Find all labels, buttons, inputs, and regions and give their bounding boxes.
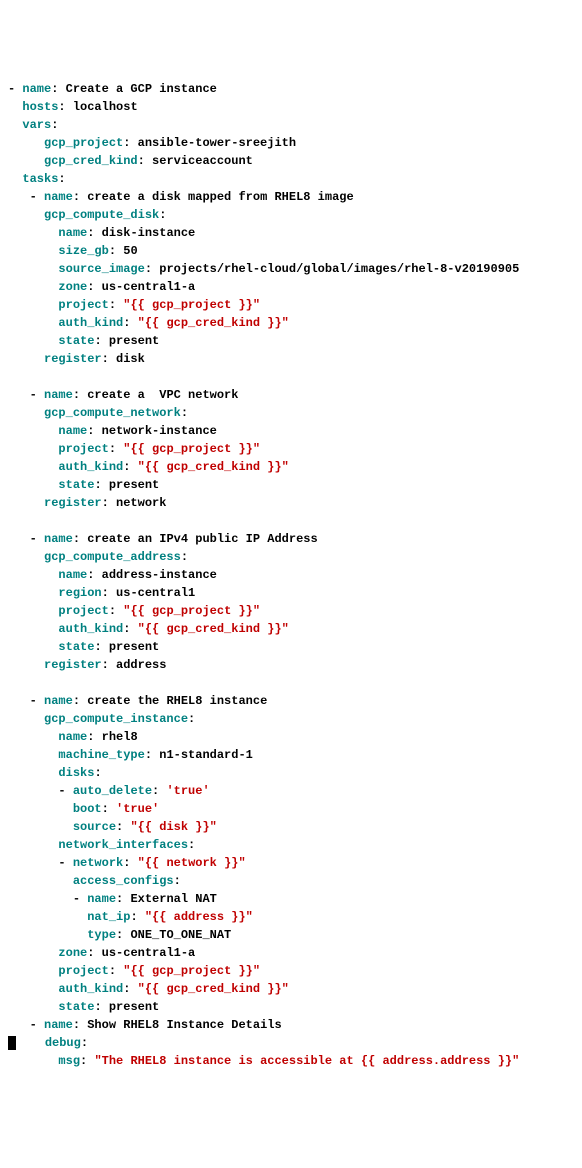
t4-state-val: present xyxy=(109,1000,159,1014)
t2-register-val: network xyxy=(116,496,166,510)
t4-natip-val: "{{ address }}" xyxy=(145,910,253,924)
vars-key: vars xyxy=(22,118,51,132)
t1-zone-key: zone xyxy=(58,280,87,294)
t5-msg-val: "The RHEL8 instance is accessible at {{ … xyxy=(94,1054,519,1068)
t4-boot-val: 'true' xyxy=(116,802,159,816)
t3-auth-key: auth_kind xyxy=(58,622,123,636)
play-name-key: name xyxy=(22,82,51,96)
t2-name-key: name xyxy=(44,388,73,402)
t1-project-key: project xyxy=(58,298,108,312)
cursor xyxy=(8,1036,16,1050)
t4-source-val: "{{ disk }}" xyxy=(130,820,216,834)
t2-auth-val: "{{ gcp_cred_kind }}" xyxy=(138,460,289,474)
t4-zone-val: us-central1-a xyxy=(102,946,196,960)
t4-name-key: name xyxy=(44,694,73,708)
t4-auth-key: auth_kind xyxy=(58,982,123,996)
t1-srcimg-val: projects/rhel-cloud/global/images/rhel-8… xyxy=(159,262,519,276)
t4-name2-key: name xyxy=(58,730,87,744)
t2-state-val: present xyxy=(109,478,159,492)
t5-name-key: name xyxy=(44,1018,73,1032)
gcp-cred-kind-val: serviceaccount xyxy=(152,154,253,168)
gcp-cred-kind-key: gcp_cred_kind xyxy=(44,154,138,168)
t2-state-key: state xyxy=(58,478,94,492)
t2-name2-val: network-instance xyxy=(102,424,217,438)
t4-disks-key: disks xyxy=(58,766,94,780)
t3-auth-val: "{{ gcp_cred_kind }}" xyxy=(138,622,289,636)
t1-name-val: create a disk mapped from RHEL8 image xyxy=(87,190,353,204)
t4-machine-key: machine_type xyxy=(58,748,144,762)
t1-module-key: gcp_compute_disk xyxy=(44,208,159,222)
tasks-key: tasks xyxy=(22,172,58,186)
t4-ac-name-key: name xyxy=(87,892,116,906)
t3-module-key: gcp_compute_address xyxy=(44,550,181,564)
gcp-project-val: ansible-tower-sreejith xyxy=(138,136,296,150)
t3-name2-key: name xyxy=(58,568,87,582)
t4-network-val: "{{ network }}" xyxy=(138,856,246,870)
t2-name-val: create a VPC network xyxy=(87,388,238,402)
t3-register-val: address xyxy=(116,658,166,672)
t1-state-key: state xyxy=(58,334,94,348)
t4-type-val: ONE_TO_ONE_NAT xyxy=(130,928,231,942)
gcp-project-key: gcp_project xyxy=(44,136,123,150)
t4-network-key: network xyxy=(73,856,123,870)
t4-ac-name-val: External NAT xyxy=(130,892,216,906)
t4-name2-val: rhel8 xyxy=(102,730,138,744)
t4-state-key: state xyxy=(58,1000,94,1014)
t4-module-key: gcp_compute_instance xyxy=(44,712,188,726)
t5-name-val: Show RHEL8 Instance Details xyxy=(87,1018,281,1032)
t3-name-key: name xyxy=(44,532,73,546)
t4-autodel-key: auto_delete xyxy=(73,784,152,798)
t4-boot-key: boot xyxy=(73,802,102,816)
t4-auth-val: "{{ gcp_cred_kind }}" xyxy=(138,982,289,996)
t1-zone-val: us-central1-a xyxy=(102,280,196,294)
t3-register-key: register xyxy=(44,658,102,672)
t4-type-key: type xyxy=(87,928,116,942)
t1-auth-key: auth_kind xyxy=(58,316,123,330)
t1-state-val: present xyxy=(109,334,159,348)
t3-name-val: create an IPv4 public IP Address xyxy=(87,532,317,546)
t1-size-val: 50 xyxy=(123,244,137,258)
t3-region-val: us-central1 xyxy=(116,586,195,600)
t4-name-val: create the RHEL8 instance xyxy=(87,694,267,708)
t3-region-key: region xyxy=(58,586,101,600)
t3-project-val: "{{ gcp_project }}" xyxy=(123,604,260,618)
t2-auth-key: auth_kind xyxy=(58,460,123,474)
t1-name2-val: disk-instance xyxy=(102,226,196,240)
t1-register-val: disk xyxy=(116,352,145,366)
t2-module-key: gcp_compute_network xyxy=(44,406,181,420)
t5-msg-key: msg xyxy=(58,1054,80,1068)
hosts-val: localhost xyxy=(73,100,138,114)
t5-debug-key: debug xyxy=(45,1036,81,1050)
t4-netif-key: network_interfaces xyxy=(58,838,188,852)
t3-name2-val: address-instance xyxy=(102,568,217,582)
t1-srcimg-key: source_image xyxy=(58,262,144,276)
t3-state-val: present xyxy=(109,640,159,654)
t1-size-key: size_gb xyxy=(58,244,108,258)
t4-project-val: "{{ gcp_project }}" xyxy=(123,964,260,978)
t2-project-val: "{{ gcp_project }}" xyxy=(123,442,260,456)
t4-machine-val: n1-standard-1 xyxy=(159,748,253,762)
t2-project-key: project xyxy=(58,442,108,456)
t1-register-key: register xyxy=(44,352,102,366)
t2-name2-key: name xyxy=(58,424,87,438)
play-name-val: Create a GCP instance xyxy=(66,82,217,96)
t2-register-key: register xyxy=(44,496,102,510)
t4-project-key: project xyxy=(58,964,108,978)
t4-source-key: source xyxy=(73,820,116,834)
t4-autodel-val: 'true' xyxy=(166,784,209,798)
t3-state-key: state xyxy=(58,640,94,654)
yaml-code-block: - name: Create a GCP instance hosts: loc… xyxy=(8,80,574,1070)
t4-natip-key: nat_ip xyxy=(87,910,130,924)
hosts-key: hosts xyxy=(22,100,58,114)
t4-zone-key: zone xyxy=(58,946,87,960)
t1-name-key: name xyxy=(44,190,73,204)
t1-project-val: "{{ gcp_project }}" xyxy=(123,298,260,312)
t3-project-key: project xyxy=(58,604,108,618)
t1-auth-val: "{{ gcp_cred_kind }}" xyxy=(138,316,289,330)
t1-name2-key: name xyxy=(58,226,87,240)
